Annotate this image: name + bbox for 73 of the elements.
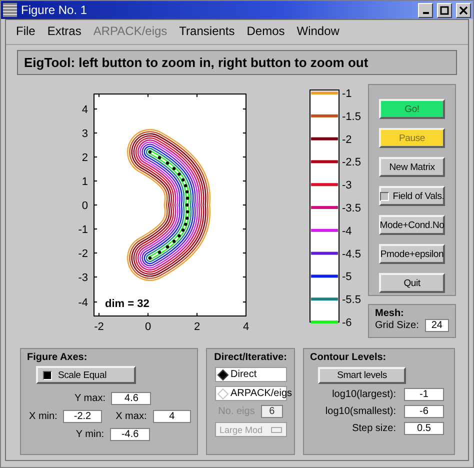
go-button[interactable]: Go!: [379, 99, 445, 119]
field-label: log10(largest):: [332, 389, 396, 400]
menu-item[interactable]: Extras: [47, 24, 82, 40]
colorbar-label: -5: [342, 271, 352, 284]
tick-label: -1: [78, 224, 88, 236]
menu-item[interactable]: Window: [296, 24, 340, 40]
action-button[interactable]: Quit: [379, 273, 445, 293]
option-label: ARPACK/eigs: [230, 388, 292, 399]
action-button[interactable]: Pmode+epsilon: [379, 244, 445, 264]
tick-label: 0: [144, 321, 152, 333]
plot-annotation: dim = 32: [105, 298, 150, 310]
tick-label: -4: [78, 297, 88, 309]
panel-title: Figure Axes:: [27, 352, 88, 363]
colorbar-label: -2: [342, 134, 352, 146]
smart-levels-button[interactable]: Smart levels: [318, 367, 406, 384]
colorbar-label: -4: [342, 225, 352, 238]
tick-label: 3: [82, 128, 88, 140]
tick-label: 2: [82, 152, 88, 164]
tick-label: 4: [242, 321, 250, 333]
tick-label: -2: [78, 248, 88, 260]
input-field[interactable]: -2.2: [63, 410, 102, 423]
tick-label: 0: [82, 200, 88, 212]
input-field[interactable]: -1: [404, 388, 444, 401]
tick-label: 1: [82, 176, 88, 188]
input-field[interactable]: -4.6: [110, 428, 150, 441]
menu-item[interactable]: File: [16, 24, 36, 40]
menu-item[interactable]: Demos: [246, 24, 285, 40]
field-label: Y min:: [76, 429, 104, 440]
option-label: Direct: [230, 369, 257, 380]
colorbar-label: -6: [342, 317, 352, 329]
colorbar-label: -5.5: [342, 294, 361, 306]
close-icon: [459, 6, 468, 14]
input-field[interactable]: 4: [152, 410, 191, 423]
colorbar-label: -3.5: [342, 202, 361, 214]
input-field[interactable]: -6: [404, 405, 444, 418]
field-label: X min:: [29, 411, 58, 422]
radio-button[interactable]: [216, 368, 228, 380]
maximize-button[interactable]: [437, 2, 452, 18]
input-field[interactable]: 24: [424, 319, 449, 332]
field-label: Y max:: [74, 393, 106, 404]
colorbar-label: -3: [342, 180, 352, 192]
menu-item[interactable]: Transients: [179, 24, 235, 40]
checkbox[interactable]: [43, 370, 52, 380]
input-field[interactable]: 0.5: [404, 422, 444, 435]
field-label: Grid Size:: [375, 320, 419, 331]
status-message: EigTool: left button to zoom in, right button to zoom out: [17, 50, 457, 75]
window-title: Figure No. 1: [21, 3, 88, 17]
minimize-button[interactable]: [418, 2, 433, 18]
field-label: Step size:: [352, 423, 396, 434]
radio-option[interactable]: Direct: [214, 367, 286, 382]
panel-title: Direct/Iterative:: [214, 352, 287, 363]
window-menu-icon[interactable]: [3, 3, 17, 17]
colorbar-label: -1.5: [342, 110, 361, 123]
tick-label: -2: [94, 321, 104, 333]
tick-label: 2: [194, 321, 200, 333]
input-field[interactable]: 4.6: [111, 392, 152, 405]
close-button[interactable]: [456, 2, 471, 18]
colorbar-label: -2.5: [342, 156, 361, 169]
tick-label: 4: [82, 104, 88, 116]
checkbox[interactable]: [380, 192, 389, 200]
minimize-icon: [422, 12, 428, 14]
colorbar-label: -1: [342, 88, 352, 100]
field-label: log10(smallest):: [325, 406, 396, 417]
field-label: X max:: [116, 411, 147, 422]
scale-equal-button[interactable]: Scale Equal: [36, 366, 136, 384]
panel-title: Contour Levels:: [310, 352, 388, 363]
action-button[interactable]: Mode+Cond.No: [379, 215, 445, 235]
toggle-button[interactable]: Field of Vals.: [379, 186, 445, 206]
colorbar-label: -4.5: [342, 248, 361, 260]
action-button[interactable]: New Matrix: [379, 157, 445, 177]
panel-title: Mesh:: [375, 308, 405, 319]
tick-label: -3: [78, 272, 88, 284]
maximize-icon: [440, 6, 449, 14]
